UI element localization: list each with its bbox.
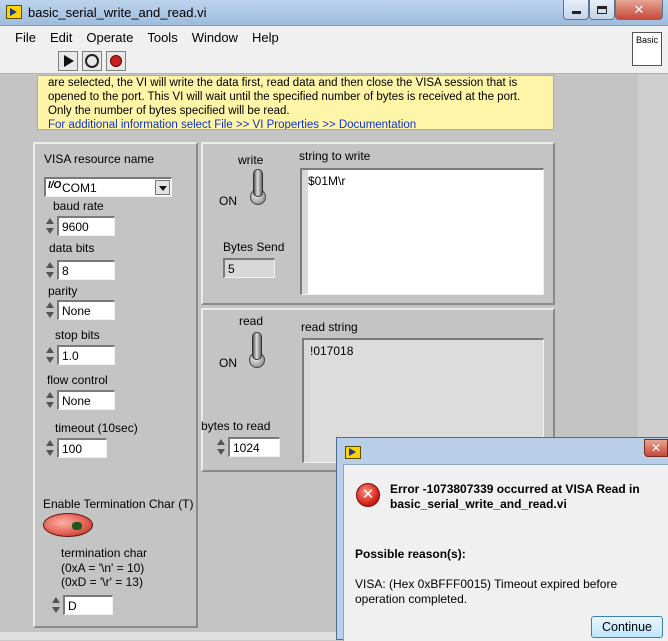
- bytes-sent-indicator: 5: [223, 258, 275, 278]
- parity-input[interactable]: None: [57, 300, 115, 320]
- read-string-value: !017018: [310, 344, 354, 358]
- menu-operate[interactable]: Operate: [79, 30, 140, 45]
- dialog-body: ✕ Error -1073807339 occurred at VISA Rea…: [343, 464, 668, 641]
- dialog-titlebar: ✕: [337, 438, 668, 464]
- string-to-write-input[interactable]: $01M\r: [300, 168, 544, 295]
- read-on-label: ON: [219, 356, 237, 370]
- termination-char-spinner[interactable]: [51, 595, 61, 615]
- visa-resource-select[interactable]: I/O COM1: [44, 177, 172, 197]
- description-line: Only the number of bytes specified will …: [48, 105, 290, 117]
- write-switch-label: write: [238, 153, 264, 167]
- possible-reasons-text: VISA: (Hex 0xBFFF0015) Timeout expired b…: [355, 577, 618, 606]
- read-toggle-switch[interactable]: [246, 332, 268, 380]
- dialog-close-button[interactable]: ✕: [644, 439, 668, 457]
- timeout-spinner[interactable]: [45, 438, 55, 458]
- menu-edit[interactable]: Edit: [43, 30, 79, 45]
- labview-vi-icon: [345, 446, 361, 459]
- read-string-label: read string: [301, 320, 358, 334]
- write-on-label: ON: [219, 194, 237, 208]
- menu-window[interactable]: Window: [185, 30, 245, 45]
- run-continuously-button[interactable]: [82, 51, 102, 71]
- continue-button[interactable]: Continue: [591, 616, 663, 638]
- possible-reasons-header: Possible reason(s):: [355, 547, 466, 561]
- bytes-to-read-spinner[interactable]: [216, 437, 226, 457]
- termination-char-label: termination char: [61, 546, 148, 560]
- bytes-to-read-input[interactable]: 1024: [228, 437, 280, 457]
- flow-control-spinner[interactable]: [45, 390, 55, 410]
- maximize-icon: [597, 5, 607, 14]
- run-arrow-icon: [64, 55, 74, 67]
- timeout-label: timeout (10sec): [55, 421, 138, 435]
- labview-vi-icon: [6, 5, 22, 19]
- window-titlebar: basic_serial_write_and_read.vi ✕: [0, 0, 668, 26]
- vi-connector-icon[interactable]: Basic: [632, 32, 662, 66]
- bytes-sent-label: Bytes Send: [223, 240, 285, 254]
- parity-label: parity: [48, 284, 78, 298]
- termination-hint-newline: (0xA = '\n' = 10): [61, 561, 145, 575]
- parity-spinner[interactable]: [45, 300, 55, 320]
- description-line: opened to the port. This VI will wait un…: [48, 91, 521, 103]
- minimize-icon: [571, 11, 581, 14]
- visa-resource-label: VISA resource name: [44, 152, 155, 166]
- run-continuously-icon: [85, 54, 99, 68]
- baud-rate-input[interactable]: 9600: [57, 216, 115, 236]
- termination-enable-led[interactable]: [43, 513, 93, 537]
- string-to-write-value: $01M\r: [308, 174, 346, 188]
- termination-char-input[interactable]: D: [63, 595, 113, 615]
- write-cluster: write ON string to write $01M\r Bytes Se…: [201, 142, 555, 305]
- minimize-button[interactable]: [563, 0, 589, 20]
- flow-control-label: flow control: [47, 373, 108, 387]
- data-bits-input[interactable]: 8: [57, 260, 115, 280]
- abort-button[interactable]: [106, 51, 126, 71]
- error-dialog: ✕ ✕ Error -1073807339 occurred at VISA R…: [336, 437, 668, 641]
- toolbar: [0, 48, 668, 74]
- error-icon: ✕: [356, 483, 380, 507]
- baud-rate-label: baud rate: [53, 199, 104, 213]
- close-icon: ✕: [650, 441, 662, 455]
- flow-control-input[interactable]: None: [57, 390, 115, 410]
- close-button[interactable]: ✕: [615, 0, 663, 20]
- menu-file[interactable]: File: [8, 30, 43, 45]
- string-scrollbar[interactable]: [304, 340, 310, 462]
- maximize-button[interactable]: [589, 0, 615, 20]
- stop-bits-spinner[interactable]: [45, 345, 55, 365]
- termination-enable-label: Enable Termination Char (T): [43, 497, 194, 511]
- data-bits-spinner[interactable]: [45, 260, 55, 280]
- menu-help[interactable]: Help: [245, 30, 286, 45]
- palette-label: Basic: [635, 35, 658, 45]
- data-bits-label: data bits: [49, 241, 95, 255]
- description-line: are selected, the VI will write the data…: [48, 77, 518, 89]
- menubar: File Edit Operate Tools Window Help: [0, 26, 668, 48]
- close-icon: ✕: [633, 1, 645, 17]
- window-title: basic_serial_write_and_read.vi: [28, 5, 207, 20]
- io-icon: I/O: [48, 180, 62, 191]
- baud-rate-spinner[interactable]: [45, 216, 55, 236]
- documentation-link[interactable]: For additional information select File >…: [48, 118, 543, 129]
- run-button[interactable]: [58, 51, 78, 71]
- stop-icon: [110, 55, 122, 67]
- serial-settings-cluster: VISA resource name I/O COM1 baud rate 96…: [33, 142, 198, 628]
- led-indicator-dot: [72, 522, 82, 530]
- string-scrollbar[interactable]: [302, 170, 308, 294]
- toggle-lever: [252, 332, 262, 360]
- bytes-to-read-label: bytes to read: [201, 419, 271, 433]
- chevron-down-icon[interactable]: [155, 180, 170, 195]
- termination-hint-return: (0xD = '\r' = 13): [61, 575, 143, 589]
- stop-bits-input[interactable]: 1.0: [57, 345, 115, 365]
- menu-tools[interactable]: Tools: [140, 30, 184, 45]
- error-message: Error -1073807339 occurred at VISA Read …: [390, 482, 640, 511]
- stop-bits-label: stop bits: [55, 328, 100, 342]
- toggle-lever: [253, 169, 263, 197]
- read-switch-label: read: [239, 314, 264, 328]
- timeout-input[interactable]: 100: [57, 438, 107, 458]
- string-to-write-label: string to write: [299, 149, 371, 163]
- write-toggle-switch[interactable]: [247, 169, 269, 217]
- visa-resource-value: COM1: [62, 181, 97, 195]
- vi-description: are selected, the VI will write the data…: [37, 75, 554, 130]
